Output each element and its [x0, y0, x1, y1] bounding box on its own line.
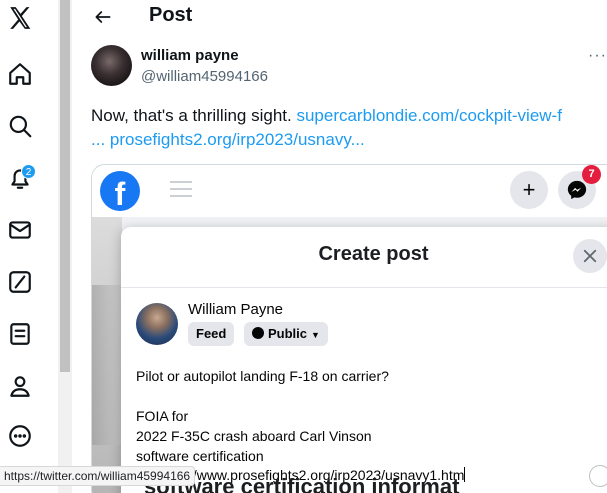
post-text: Now, that's a thrilling sight. supercarb… — [91, 104, 607, 152]
composer-line: FOIA for — [136, 408, 189, 424]
link-prosefights2[interactable]: prosefights2.org/irp2023/usnavy... — [110, 130, 365, 149]
user-avatar — [136, 303, 178, 345]
more-options-icon[interactable] — [4, 420, 36, 452]
menu-icon — [170, 181, 192, 199]
author-handle[interactable]: @william45994166 — [141, 68, 268, 85]
facebook-topbar: f + 7 — [92, 165, 607, 217]
create-post-dialog: Create post William Payne Feed Public ▼ P… — [121, 227, 607, 493]
caret-down-icon: ▼ — [311, 330, 320, 340]
composer-line: Pilot or autopilot landing F-18 on carri… — [136, 368, 389, 384]
user-name: William Payne — [188, 301, 284, 318]
notifications-badge: 2 — [21, 164, 36, 179]
privacy-pill: Public ▼ — [244, 322, 328, 346]
emoji-icon — [589, 465, 607, 487]
link-supercarblondie[interactable]: supercarblondie.com/cockpit-view-f — [296, 106, 562, 125]
post-text-prefix: Now, that's a thrilling sight. — [91, 106, 297, 125]
composer-line: software certification — [136, 448, 264, 464]
composer-line — [136, 386, 607, 406]
close-icon — [573, 239, 607, 273]
feed-pill: Feed — [188, 322, 235, 346]
scrollbar-thumb[interactable] — [60, 0, 70, 372]
author-name[interactable]: william payne — [141, 47, 239, 64]
search-icon[interactable] — [4, 110, 36, 142]
create-icon: + — [510, 171, 548, 209]
post-header: Post — [73, 0, 607, 34]
messenger-badge: 7 — [582, 165, 601, 184]
profile-icon[interactable] — [4, 370, 36, 402]
home-icon[interactable] — [4, 58, 36, 90]
status-bar-url: https://twitter.com/william45994166 — [0, 466, 196, 486]
post-image[interactable]: f + 7 Create post William Payne Feed Pub… — [91, 164, 607, 493]
notifications-icon[interactable]: 2 — [4, 162, 36, 194]
more-options-button[interactable]: ··· — [588, 47, 607, 65]
post-author: william payne @william45994166 ··· — [91, 45, 607, 89]
back-button[interactable] — [91, 5, 115, 29]
post-detail: Post william payne @william45994166 ··· … — [73, 0, 607, 493]
divider — [121, 287, 607, 288]
left-nav: 2 — [0, 0, 40, 493]
globe-icon — [252, 327, 264, 339]
privacy-label: Public — [268, 326, 308, 341]
messages-icon[interactable] — [4, 214, 36, 246]
x-logo-icon[interactable] — [4, 2, 36, 34]
page-title: Post — [149, 4, 193, 26]
text-cursor — [464, 467, 466, 482]
arrow-left-icon — [95, 11, 111, 23]
lists-icon[interactable] — [4, 318, 36, 350]
background-photo-shadow — [92, 285, 122, 445]
dialog-title: Create post — [318, 243, 429, 265]
grok-icon[interactable] — [4, 266, 36, 298]
composer-line: 2022 F-35C crash aboard Carl Vinson — [136, 428, 372, 444]
author-avatar[interactable] — [91, 45, 132, 86]
post-composer-text: Pilot or autopilot landing F-18 on carri… — [136, 366, 607, 466]
post-text-ellipsis: ... — [91, 130, 110, 149]
facebook-logo-icon: f — [100, 171, 140, 212]
